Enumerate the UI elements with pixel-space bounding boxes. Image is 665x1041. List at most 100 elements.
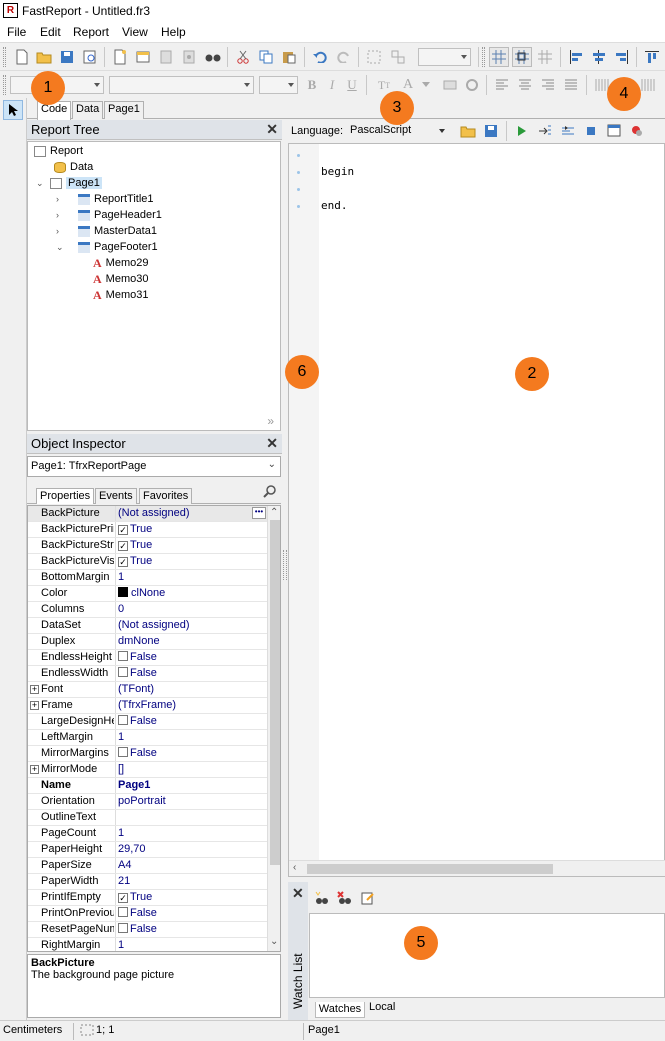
prop-row[interactable]: PaperWidth 21 bbox=[28, 874, 268, 890]
save-script-icon[interactable] bbox=[481, 121, 501, 141]
select-tool-icon[interactable] bbox=[3, 100, 23, 120]
font-name-combo[interactable] bbox=[109, 76, 254, 94]
checkbox-unchecked[interactable] bbox=[118, 923, 128, 933]
highlight-icon[interactable] bbox=[440, 75, 460, 95]
new-report-icon[interactable] bbox=[12, 47, 32, 67]
checkbox-unchecked[interactable] bbox=[118, 907, 128, 917]
tab-data[interactable]: Data bbox=[72, 101, 104, 119]
prop-row[interactable]: Orientation poPortrait bbox=[28, 794, 268, 810]
menu-file[interactable]: File bbox=[7, 25, 26, 39]
watch-list[interactable] bbox=[309, 913, 665, 998]
property-scrollbar[interactable]: ⌃ ⌄ bbox=[267, 506, 280, 951]
prop-row[interactable]: BackPicturePrintable✓True bbox=[28, 522, 268, 538]
prop-row[interactable]: BackPictureStretched✓True bbox=[28, 538, 268, 554]
prop-row[interactable]: LeftMargin 1 bbox=[28, 730, 268, 746]
ellipsis-button[interactable]: ••• bbox=[252, 507, 266, 519]
close-object-inspector-icon[interactable]: ✕ bbox=[266, 435, 278, 452]
tree-node-pagefooter1[interactable]: ⌄ PageFooter1 bbox=[56, 239, 158, 255]
menu-edit[interactable]: Edit bbox=[40, 25, 61, 39]
prop-row[interactable]: ResetPageNumbersFalse bbox=[28, 922, 268, 938]
tree-node-report[interactable]: Report bbox=[34, 143, 83, 159]
search-icon[interactable] bbox=[263, 484, 277, 501]
align-top-icon[interactable] bbox=[642, 47, 662, 67]
cut-icon[interactable] bbox=[233, 47, 253, 67]
tab-events[interactable]: Events bbox=[95, 488, 137, 504]
breakpoint-icon[interactable] bbox=[627, 121, 647, 141]
checkbox-checked[interactable]: ✓ bbox=[118, 557, 128, 567]
checkbox-checked[interactable]: ✓ bbox=[118, 893, 128, 903]
stop-icon[interactable] bbox=[581, 121, 601, 141]
prop-row[interactable]: Columns 0 bbox=[28, 602, 268, 618]
checkbox-unchecked[interactable] bbox=[118, 667, 128, 677]
prop-row[interactable]: MirrorMargins False bbox=[28, 746, 268, 762]
editor-hscrollbar[interactable]: ‹ bbox=[289, 860, 665, 876]
redo-icon[interactable] bbox=[334, 47, 354, 67]
splitter-grip[interactable] bbox=[283, 550, 287, 580]
page-settings-icon[interactable] bbox=[179, 47, 199, 67]
prop-row[interactable]: PaperSize A4 bbox=[28, 858, 268, 874]
tree-node-pageheader1[interactable]: › PageHeader1 bbox=[56, 207, 162, 223]
close-report-tree-icon[interactable]: ✕ bbox=[266, 121, 278, 138]
menu-help[interactable]: Help bbox=[161, 25, 186, 39]
tab-watches[interactable]: Watches bbox=[315, 1002, 365, 1018]
ungroup-icon[interactable] bbox=[388, 47, 408, 67]
report-tree[interactable]: Report Data ⌄ Page1 › ReportTitle1 › PageHe… bbox=[27, 141, 281, 431]
text-align-center-icon[interactable] bbox=[515, 75, 535, 95]
hscroll-thumb[interactable] bbox=[307, 864, 553, 874]
paste-icon[interactable] bbox=[279, 47, 299, 67]
tab-properties[interactable]: Properties bbox=[36, 488, 95, 504]
fit-to-grid-icon[interactable] bbox=[535, 47, 555, 67]
tree-node-page1[interactable]: ⌄ Page1 bbox=[36, 175, 102, 191]
open-script-icon[interactable] bbox=[458, 121, 478, 141]
prop-row[interactable]: PrintIfEmpty ✓ True bbox=[28, 890, 268, 906]
prop-row[interactable]: LargeDesignHeightFalse bbox=[28, 714, 268, 730]
checkbox-unchecked[interactable] bbox=[118, 747, 128, 757]
align-to-grid-icon[interactable] bbox=[512, 47, 532, 67]
tab-local[interactable]: Local bbox=[369, 1001, 395, 1013]
align-left-icon[interactable] bbox=[566, 47, 586, 67]
expand-plus-icon[interactable]: + bbox=[30, 765, 39, 774]
delete-watch-icon[interactable] bbox=[335, 888, 355, 908]
scroll-down-icon[interactable]: ⌄ bbox=[270, 936, 278, 947]
chevron-down-icon[interactable]: ⌄ bbox=[36, 178, 46, 189]
prop-row[interactable]: + MirrorMode[] bbox=[28, 762, 268, 778]
prop-row[interactable]: PrintOnPreviousPageFalse bbox=[28, 906, 268, 922]
tab-favorites[interactable]: Favorites bbox=[139, 488, 193, 504]
tree-node-data[interactable]: Data bbox=[54, 159, 93, 175]
prop-row[interactable]: Color clNone bbox=[28, 586, 268, 602]
edit-watch-icon[interactable] bbox=[358, 888, 378, 908]
chevron-down-icon[interactable]: ⌄ bbox=[56, 242, 66, 253]
prop-row[interactable]: OutlineText bbox=[28, 810, 268, 826]
tree-node-memo31[interactable]: A Memo31 bbox=[93, 287, 148, 303]
toolbar-grip-2[interactable] bbox=[482, 47, 485, 67]
prop-row[interactable]: + Frame (TfrxFrame) bbox=[28, 698, 268, 714]
tree-node-memo29[interactable]: A Memo29 bbox=[93, 255, 148, 271]
prop-row[interactable]: + Font (TFont) bbox=[28, 682, 268, 698]
object-selector[interactable]: Page1: TfrxReportPage ⌄ bbox=[27, 456, 281, 477]
italic-icon[interactable]: I bbox=[322, 75, 342, 95]
scroll-thumb[interactable] bbox=[270, 520, 280, 865]
prop-row[interactable]: BackPictureVisible✓True bbox=[28, 554, 268, 570]
prop-row[interactable]: PaperHeight 29,70 bbox=[28, 842, 268, 858]
underline-icon[interactable]: U bbox=[342, 75, 362, 95]
delete-page-icon[interactable] bbox=[156, 47, 176, 67]
align-right-icon[interactable] bbox=[612, 47, 632, 67]
undo-icon[interactable] bbox=[310, 47, 330, 67]
text-justify-icon[interactable] bbox=[561, 75, 581, 95]
align-center-icon[interactable] bbox=[589, 47, 609, 67]
zoom-combo[interactable] bbox=[418, 48, 471, 66]
font-color-dropdown-icon[interactable] bbox=[416, 75, 436, 95]
prop-row[interactable]: PageCount 1 bbox=[28, 826, 268, 842]
text-align-left-icon[interactable] bbox=[492, 75, 512, 95]
toolbar-grip[interactable] bbox=[3, 47, 6, 67]
prop-row[interactable]: RightMargin 1 bbox=[28, 938, 268, 951]
group-icon[interactable] bbox=[364, 47, 384, 67]
text-align-right-icon[interactable] bbox=[538, 75, 558, 95]
prop-row[interactable]: EndlessHeight False bbox=[28, 650, 268, 666]
menu-view[interactable]: View bbox=[122, 25, 148, 39]
preview-icon[interactable] bbox=[80, 47, 100, 67]
expand-plus-icon[interactable]: + bbox=[30, 685, 39, 694]
new-page-icon[interactable] bbox=[110, 47, 130, 67]
tree-node-memo30[interactable]: A Memo30 bbox=[93, 271, 148, 287]
find-binoculars-icon[interactable] bbox=[203, 47, 223, 67]
